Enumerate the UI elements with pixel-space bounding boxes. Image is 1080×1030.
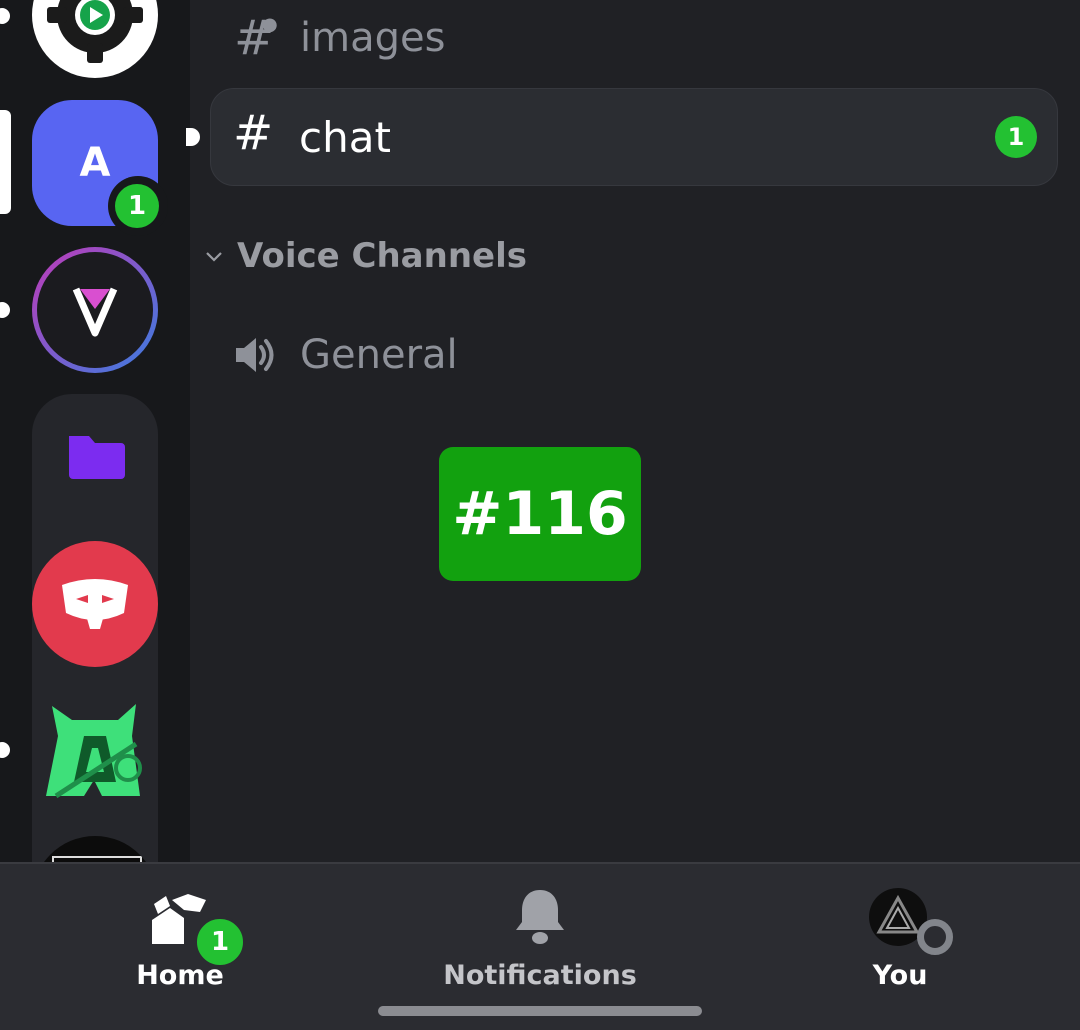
server-green-a[interactable]: [32, 696, 158, 822]
tab-home[interactable]: 1 Home: [30, 864, 330, 1030]
channel-chat[interactable]: # chat 1: [210, 88, 1058, 186]
unread-marker: [0, 302, 10, 318]
tab-label: Notifications: [443, 960, 637, 991]
tab-label: You: [872, 960, 928, 991]
channel-name: images: [300, 15, 446, 61]
server-rail: A 1: [0, 0, 190, 862]
voice-category-header[interactable]: Voice Channels: [190, 228, 790, 288]
overlay-tag: #116: [439, 447, 641, 581]
discord-mask-icon: [62, 579, 128, 629]
channel-unread-badge: 1: [995, 116, 1037, 158]
channel-general[interactable]: General: [190, 305, 1080, 405]
server-a[interactable]: A 1: [32, 100, 168, 236]
channel-list: # ● images # chat 1 Voice Channels Genera…: [186, 0, 1080, 862]
category-label: Voice Channels: [237, 236, 527, 276]
folder-icon: [69, 436, 125, 479]
tab-label: Home: [136, 960, 224, 991]
server-v[interactable]: [32, 247, 158, 373]
unread-marker: [0, 8, 10, 24]
channel-name: chat: [299, 113, 391, 162]
server-gear-play[interactable]: [32, 0, 158, 78]
v-logo-icon: [72, 287, 118, 337]
tab-you[interactable]: You: [750, 864, 1050, 1030]
selected-server-indicator: [0, 110, 11, 214]
gear-play-icon: [47, 0, 143, 63]
unread-channel-dot: [186, 128, 200, 146]
speaker-icon: [236, 338, 274, 372]
home-indicator[interactable]: [378, 1006, 702, 1016]
bell-icon: [516, 890, 564, 944]
channel-images[interactable]: # ● images: [190, 0, 1080, 88]
locked-hash-icon: # ●: [234, 10, 278, 66]
bottom-nav: 1 Home Notifications You: [0, 862, 1080, 1030]
channel-name: General: [300, 332, 458, 378]
green-a-logo-icon: [46, 704, 142, 799]
unread-marker: [0, 742, 10, 758]
server-red-mask[interactable]: [32, 541, 158, 667]
chevron-down-icon: [206, 252, 222, 262]
hash-icon: #: [233, 105, 274, 161]
status-icon: [917, 919, 953, 955]
server-folder[interactable]: [32, 394, 158, 520]
overlay-tag-text: #116: [452, 479, 628, 549]
server-badge-count: 1: [115, 184, 159, 228]
